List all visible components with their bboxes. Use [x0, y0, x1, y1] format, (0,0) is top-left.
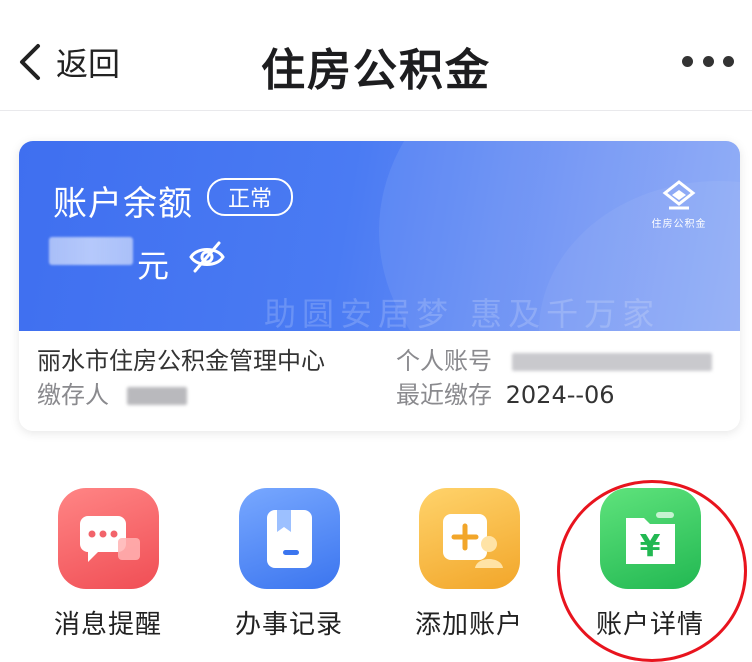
page-title: 住房公积金 [261, 45, 491, 96]
message-reminder-button[interactable]: 消息提醒 [33, 488, 183, 641]
currency-unit: 元 [137, 247, 170, 285]
action-label: 账户详情 [595, 610, 704, 640]
more-options-icon[interactable] [682, 46, 734, 76]
action-label: 消息提醒 [53, 610, 162, 640]
action-label: 办事记录 [234, 610, 343, 640]
eye-hidden-icon[interactable] [187, 240, 227, 274]
status-badge: 正常 [207, 178, 293, 216]
depositor-row: 缴存人 [37, 375, 187, 410]
record-icon [238, 488, 340, 589]
add-account-icon [418, 488, 520, 589]
masked-balance [49, 237, 133, 265]
card-info: 丽水市住房公积金管理中心 缴存人 个人账号 最近缴存 2024--06 [19, 331, 740, 431]
depositor-name-masked [126, 387, 187, 405]
message-icon [57, 488, 159, 589]
center-name: 丽水市住房公积金管理中心 [37, 347, 325, 375]
housing-fund-logo-icon [662, 180, 696, 210]
account-detail-icon: ¥ [599, 488, 701, 589]
slogan-watermark: 助圆安居梦 惠及千万家 [264, 295, 661, 331]
logo-text: 住房公积金 [651, 219, 707, 230]
housing-fund-logo: 住房公积金 [639, 179, 719, 230]
action-label: 添加账户 [414, 610, 523, 640]
card-header: 账户余额 正常 元 住房公积金 助圆安居梦 惠及千万家 [19, 141, 740, 331]
last-deposit-value: 2024--06 [505, 381, 615, 409]
service-record-button[interactable]: 办事记录 [214, 488, 364, 641]
balance-label: 账户余额 [53, 184, 193, 224]
svg-text:¥: ¥ [639, 529, 660, 564]
depositor-label: 缴存人 [37, 381, 109, 409]
account-detail-button[interactable]: ¥ 账户详情 [575, 488, 725, 641]
account-number-masked [511, 353, 712, 371]
nav-bar: 返回 住房公积金 [0, 0, 752, 111]
account-number-row: 个人账号 [396, 341, 712, 376]
account-number-label: 个人账号 [396, 347, 492, 375]
quick-actions: 消息提醒 办事记录 添加账户 ¥ 账户详情 [0, 470, 752, 660]
last-deposit-label: 最近缴存 [396, 381, 492, 409]
last-deposit-row: 最近缴存 2024--06 [396, 375, 615, 410]
account-card[interactable]: 账户余额 正常 元 住房公积金 助圆安居梦 惠及千万家 丽水市住房公积金管理中心… [19, 141, 740, 431]
add-account-button[interactable]: 添加账户 [394, 488, 544, 641]
